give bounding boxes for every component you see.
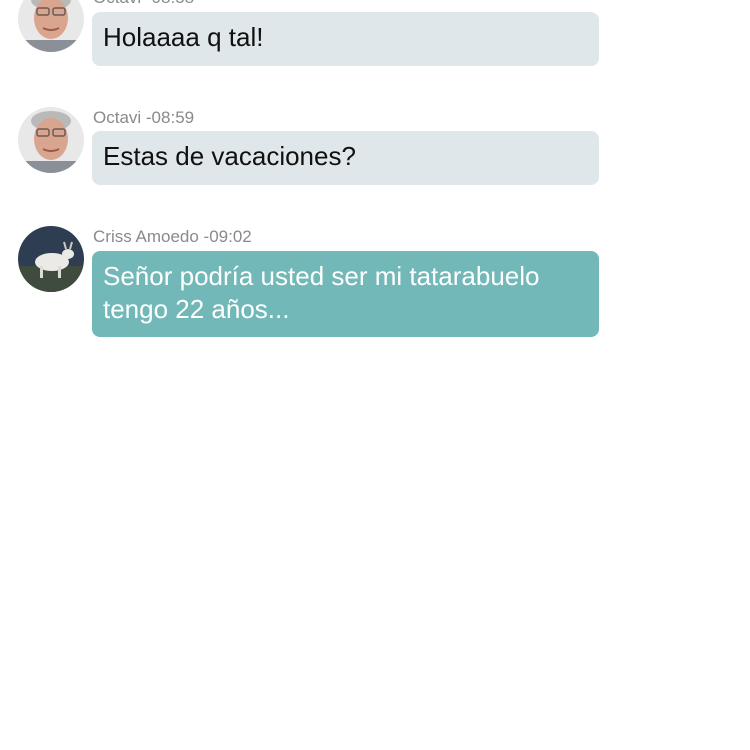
message-bubble[interactable]: Estas de vacaciones? — [92, 131, 599, 185]
goat-photo-icon — [18, 226, 84, 292]
message-meta: Criss Amoedo -09:02 — [93, 227, 252, 246]
avatar[interactable] — [18, 226, 84, 292]
avatar[interactable] — [18, 107, 84, 173]
avatar[interactable] — [18, 0, 84, 52]
message-bubble[interactable]: Holaaaa q tal! — [92, 12, 599, 66]
message-bubble[interactable]: Señor podría usted ser mi tatarabuelo te… — [92, 251, 599, 337]
chat-message-list: Octavi -08:58 Holaaaa q tal! Octavi -08:… — [0, 0, 750, 750]
message-meta: Octavi -08:58 — [93, 0, 194, 8]
man-portrait-icon — [18, 0, 84, 52]
message-meta: Octavi -08:59 — [93, 108, 195, 127]
man-portrait-icon — [18, 107, 84, 173]
